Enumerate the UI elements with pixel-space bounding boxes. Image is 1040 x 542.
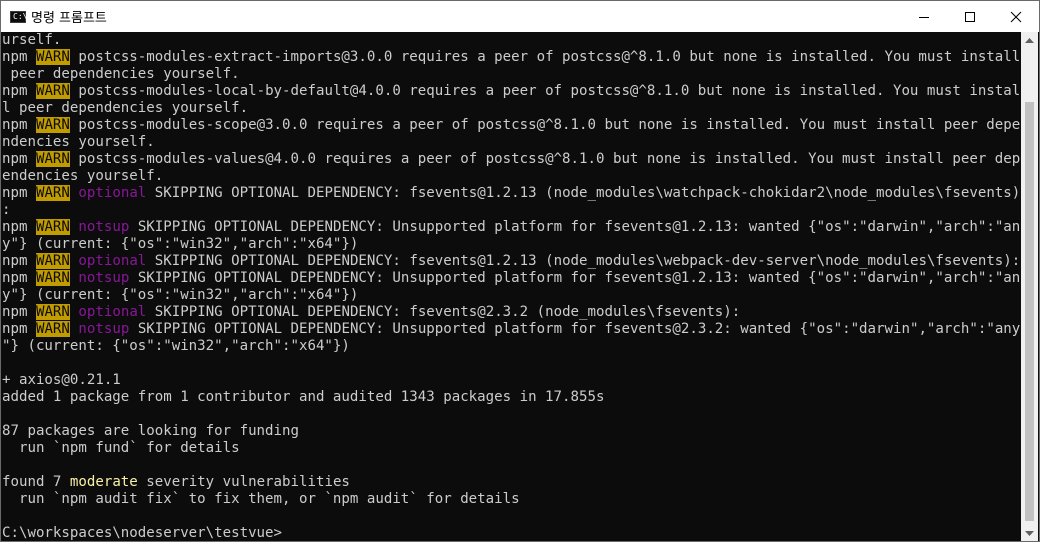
maximize-button[interactable] <box>947 1 993 32</box>
minimize-icon <box>919 16 929 18</box>
console-text: added 1 package from 1 contributor and a… <box>2 389 605 405</box>
warn-badge: WARN <box>35 49 70 65</box>
console-line: npm WARN postcss-modules-scope@3.0.0 req… <box>2 117 1020 134</box>
console-line: C:\workspaces\nodeserver\testvue> <box>2 525 283 541</box>
warn-badge: WARN <box>35 185 70 201</box>
console-text: npm <box>2 117 36 133</box>
close-icon <box>1010 11 1022 22</box>
moderate-label: moderate <box>69 474 138 490</box>
console-output[interactable]: urself. npm WARN postcss-modules-extract-… <box>1 32 1022 541</box>
console-line: l peer dependencies yourself. <box>2 100 248 117</box>
console-text: npm <box>2 219 36 235</box>
console-text: npm <box>2 321 36 337</box>
console-line: ndencies yourself. <box>2 134 155 151</box>
console-text: npm <box>2 304 36 320</box>
minimize-button[interactable] <box>901 1 947 32</box>
console-line: npm WARN postcss-modules-extract-imports… <box>2 49 1020 66</box>
console-text: : <box>2 202 11 218</box>
console-line: npm WARN optional SKIPPING OPTIONAL DEPE… <box>2 185 1020 202</box>
console-line: npm WARN notsup SKIPPING OPTIONAL DEPEND… <box>2 270 1020 287</box>
console-line: peer dependencies yourself. <box>2 66 240 83</box>
console-text: urself. <box>2 32 62 48</box>
console-text: SKIPPING OPTIONAL DEPENDENCY: Unsupporte… <box>129 219 1021 235</box>
console-line: run `npm audit fix` to fix them, or `npm… <box>2 491 520 508</box>
console-line: added 1 package from 1 contributor and a… <box>2 389 604 406</box>
console-text: npm <box>2 270 36 286</box>
warn-badge: WARN <box>35 219 70 235</box>
warn-badge: WARN <box>35 117 70 133</box>
cmd-icon-text: C:\ <box>13 11 28 21</box>
console-text: npm <box>2 151 36 167</box>
optional-label: optional <box>78 253 147 269</box>
window-title: 명령 프롬프트 <box>31 11 107 26</box>
console-text: SKIPPING OPTIONAL DEPENDENCY: Unsupporte… <box>129 321 1021 337</box>
console-line: npm WARN optional SKIPPING OPTIONAL DEPE… <box>2 304 740 321</box>
console-text: 87 packages are looking for funding <box>2 423 299 439</box>
maximize-icon <box>965 11 975 22</box>
title-bar[interactable]: C:\ 명령 프롬프트 <box>1 1 1039 32</box>
console-text: npm <box>2 253 36 269</box>
console-text: l peer dependencies yourself. <box>2 100 249 116</box>
console-line: 87 packages are looking for funding <box>2 423 299 440</box>
console-text: found 7 <box>2 474 70 490</box>
scrollbar-thumb[interactable] <box>1025 102 1034 521</box>
console-text: npm <box>2 49 36 65</box>
optional-label: optional <box>78 185 147 201</box>
warn-badge: WARN <box>35 321 70 337</box>
console-text: SKIPPING OPTIONAL DEPENDENCY: fsevents@2… <box>146 304 741 320</box>
console-text: SKIPPING OPTIONAL DEPENDENCY: fsevents@1… <box>146 253 1021 269</box>
console-text: + axios@0.21.1 <box>2 372 121 388</box>
console-line: npm WARN optional SKIPPING OPTIONAL DEPE… <box>2 253 1020 270</box>
console-line: npm WARN postcss-modules-values@4.0.0 re… <box>2 151 1020 168</box>
console-line: npm WARN postcss-modules-local-by-defaul… <box>2 83 1020 100</box>
console-line: : <box>2 202 11 219</box>
caption-buttons <box>901 1 1039 32</box>
console-text: SKIPPING OPTIONAL DEPENDENCY: Unsupporte… <box>129 270 1021 286</box>
console-text: endencies yourself. <box>2 168 164 184</box>
console-text: SKIPPING OPTIONAL DEPENDENCY: fsevents@1… <box>146 185 1021 201</box>
console-line: npm WARN notsup SKIPPING OPTIONAL DEPEND… <box>2 321 1020 338</box>
console-text: postcss-modules-extract-imports@3.0.0 re… <box>69 49 1021 65</box>
console-text: ndencies yourself. <box>2 134 155 150</box>
scroll-down-arrow-icon <box>1025 530 1034 536</box>
console-text: postcss-modules-local-by-default@4.0.0 r… <box>69 83 1021 99</box>
console-text: npm <box>2 83 36 99</box>
warn-badge: WARN <box>35 83 70 99</box>
console-line: npm WARN notsup SKIPPING OPTIONAL DEPEND… <box>2 219 1020 236</box>
console-text: peer dependencies yourself. <box>2 66 240 82</box>
console-text: npm <box>2 185 36 201</box>
scroll-up-arrow-icon <box>1025 37 1034 43</box>
scroll-down-button[interactable] <box>1021 525 1038 541</box>
console-line: urself. <box>2 32 61 49</box>
command-prompt-window: C:\ 명령 프롬프트 urself. npm WARN postcss-modu… <box>0 0 1040 542</box>
vertical-scrollbar[interactable] <box>1021 32 1038 541</box>
console-line: "} (current: {"os":"win32","arch":"x64"}… <box>2 338 350 355</box>
console-text: postcss-modules-scope@3.0.0 requires a p… <box>69 117 1021 133</box>
optional-label: optional <box>78 304 147 320</box>
console-text: run `npm audit fix` to fix them, or `npm… <box>2 491 520 507</box>
console-line: found 7 moderate severity vulnerabilitie… <box>2 474 350 491</box>
console-text: y"} (current: {"os":"win32","arch":"x64"… <box>2 287 359 303</box>
warn-badge: WARN <box>35 253 70 269</box>
console-line: + axios@0.21.1 <box>2 372 121 389</box>
console-line: run `npm fund` for details <box>2 440 240 457</box>
console-text: y"} (current: {"os":"win32","arch":"x64"… <box>2 236 359 252</box>
console-text: C:\workspaces\nodeserver\testvue> <box>2 525 283 541</box>
console-text: postcss-modules-values@4.0.0 requires a … <box>69 151 1021 167</box>
optional-label: notsup <box>78 270 130 286</box>
console-line: y"} (current: {"os":"win32","arch":"x64"… <box>2 287 358 304</box>
warn-badge: WARN <box>35 304 70 320</box>
console-line: y"} (current: {"os":"win32","arch":"x64"… <box>2 236 358 253</box>
console-line: endencies yourself. <box>2 168 163 185</box>
warn-badge: WARN <box>35 151 70 167</box>
warn-badge: WARN <box>35 270 70 286</box>
console-text: "} (current: {"os":"win32","arch":"x64"}… <box>2 338 350 354</box>
console-text: run `npm fund` for details <box>2 440 240 456</box>
cmd-icon[interactable]: C:\ <box>10 10 28 23</box>
optional-label: notsup <box>78 219 130 235</box>
console-text: severity vulnerabilities <box>137 474 350 490</box>
optional-label: notsup <box>78 321 130 337</box>
scroll-up-button[interactable] <box>1021 32 1038 49</box>
close-button[interactable] <box>993 1 1039 32</box>
